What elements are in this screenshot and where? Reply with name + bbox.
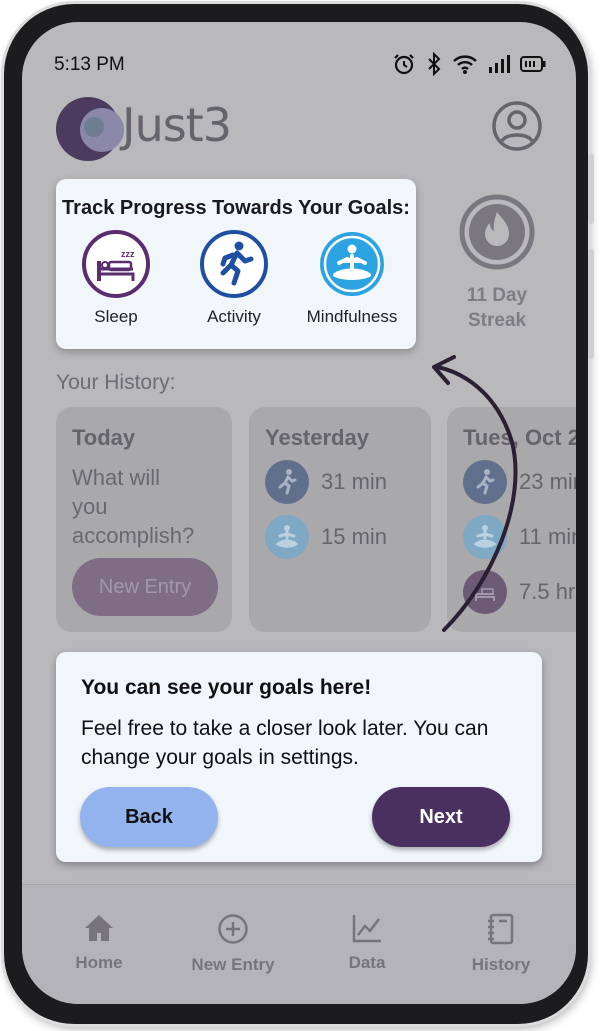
side-button-volume <box>588 249 594 359</box>
phone-frame: 5:13 PM Just3 Track Progress Towards You… <box>4 4 594 1024</box>
nav-home-label: Home <box>75 953 123 972</box>
tour-dialog: You can see your goals here! Feel free t… <box>56 652 542 862</box>
screen: 5:13 PM Just3 Track Progress Towards You… <box>22 22 576 1004</box>
tour-title: You can see your goals here! <box>81 676 372 699</box>
nav-home[interactable]: Home <box>39 913 159 973</box>
tour-arrow-icon <box>432 355 518 632</box>
nav-history-label: History <box>471 955 531 974</box>
nav-history[interactable]: History <box>441 913 561 975</box>
tour-body: Feel free to take a closer look later. Y… <box>81 717 489 769</box>
notebook-icon <box>488 913 514 945</box>
side-button-power <box>588 154 594 224</box>
nav-data-label: Data <box>348 953 386 972</box>
back-button[interactable]: Back <box>80 787 218 847</box>
nav-new-entry-label: New Entry <box>191 955 275 974</box>
nav-data[interactable]: Data <box>307 913 427 973</box>
chart-icon <box>352 915 381 943</box>
next-button[interactable]: Next <box>372 787 510 847</box>
nav-new-entry[interactable]: New Entry <box>173 913 293 975</box>
plus-circle-icon <box>218 914 248 944</box>
home-icon <box>85 915 113 941</box>
bottom-nav: Home New Entry Data History <box>22 884 576 1004</box>
